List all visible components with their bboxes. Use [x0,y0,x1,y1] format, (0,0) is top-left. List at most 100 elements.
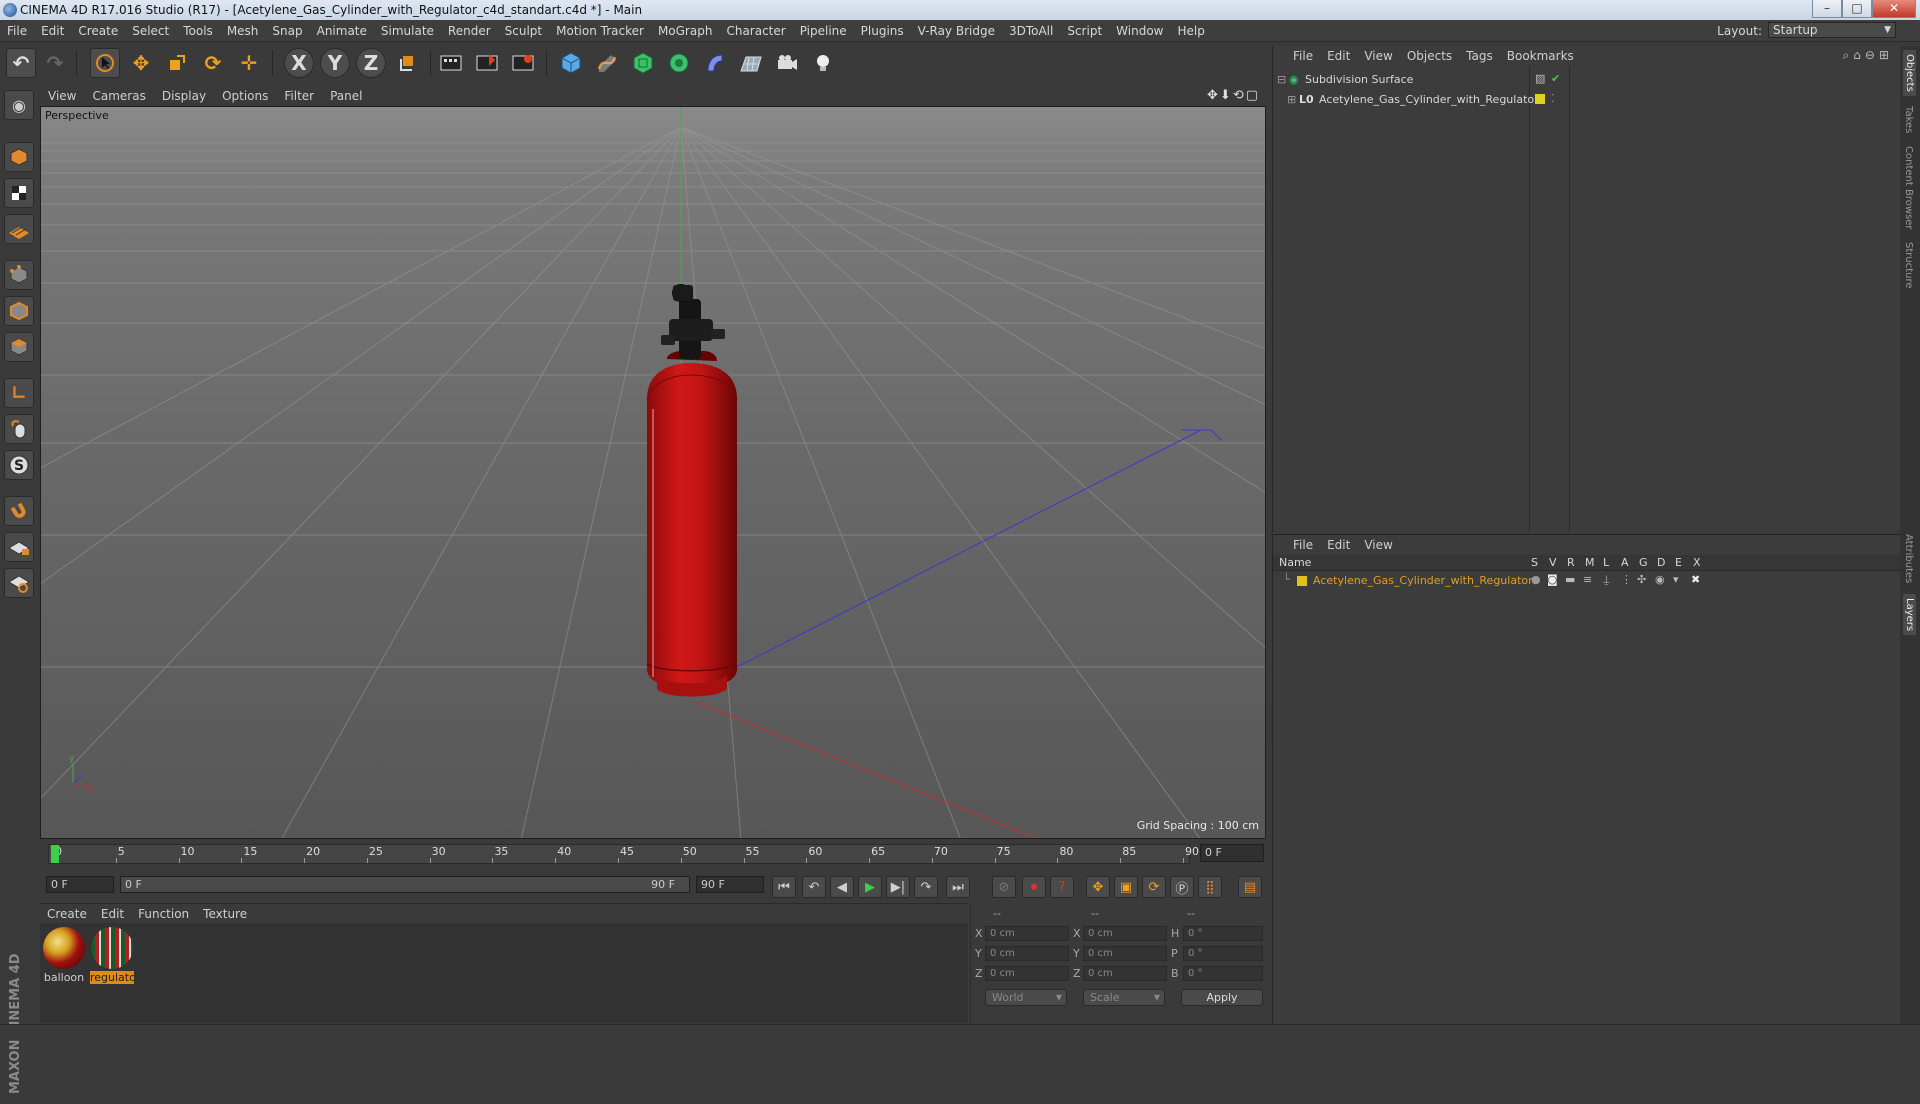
menu-3dtoall[interactable]: 3DToAll [1002,20,1060,42]
light-icon[interactable] [808,48,838,78]
layer-col-g[interactable]: G [1639,556,1648,569]
tab-takes[interactable]: Takes [1903,106,1914,133]
object-manager-tools[interactable]: ⌕⌂⊖⊞ [1843,48,1893,63]
tab-objects[interactable]: Objects [1903,50,1916,96]
edges-mode-icon[interactable] [4,296,34,326]
object-menu-view[interactable]: View [1357,46,1399,66]
tab-structure[interactable]: Structure [1903,242,1914,289]
layer-menu-file[interactable]: File [1273,535,1320,555]
menu-plugins[interactable]: Plugins [854,20,911,42]
previous-key-icon[interactable]: ↶ [802,876,826,898]
material-menu-function[interactable]: Function [131,904,196,924]
object-menu-objects[interactable]: Objects [1400,46,1459,66]
make-editable-icon[interactable]: ◉ [4,90,34,120]
y-axis-lock-button[interactable]: Y [320,48,350,78]
viewport-menu-display[interactable]: Display [154,86,214,106]
frame-range-slider[interactable]: 0 F 90 F [120,876,690,893]
menu-select[interactable]: Select [125,20,176,42]
magnet-icon[interactable] [4,496,34,526]
deformer-icon[interactable] [700,48,730,78]
menu-pipeline[interactable]: Pipeline [793,20,854,42]
viewport-menu-options[interactable]: Options [214,86,276,106]
solo-icon[interactable]: ● [1531,573,1541,586]
axis-mode-icon[interactable]: ∟ [4,378,34,408]
menu-tools[interactable]: Tools [176,20,220,42]
editor-visibility-icon[interactable]: ▨ [1535,72,1545,85]
menu-vray-bridge[interactable]: V-Ray Bridge [911,20,1002,42]
scale-icon[interactable] [162,48,192,78]
menu-help[interactable]: Help [1170,20,1211,42]
menu-mograph[interactable]: MoGraph [651,20,720,42]
render-picture-viewer-icon[interactable] [472,48,502,78]
undo-icon[interactable]: ↶ [6,48,36,78]
material-menu-texture[interactable]: Texture [196,904,254,924]
manager-icon[interactable]: ≡ [1583,573,1592,586]
go-to-start-icon[interactable]: ⏮ [772,876,796,898]
xref-icon[interactable]: ✖ [1691,573,1700,586]
locked-workplane-icon[interactable] [4,532,34,562]
end-frame-field[interactable]: 90 F [696,876,764,893]
tab-attributes[interactable]: Attributes [1903,534,1914,583]
menu-simulate[interactable]: Simulate [374,20,441,42]
layer-col-r[interactable]: R [1567,556,1575,569]
layer-col-d[interactable]: D [1657,556,1665,569]
size-mode-dropdown[interactable]: Scale ▼ [1083,989,1165,1006]
render-icon[interactable]: ▬ [1565,573,1575,586]
start-frame-field[interactable]: 0 F [46,876,114,893]
key-rotation-icon[interactable]: ⟳ [1142,876,1166,898]
apply-button[interactable]: Apply [1181,989,1263,1006]
material-regulato[interactable]: regulato [90,927,134,984]
menu-create[interactable]: Create [71,20,125,42]
select-arrow-icon[interactable] [90,48,120,78]
layer-color-swatch[interactable] [1535,94,1545,104]
record-off-icon[interactable]: ⊘ [992,876,1016,898]
next-key-icon[interactable]: ↷ [914,876,938,898]
expand-icon[interactable]: ⊞ [1287,93,1296,106]
planar-workplane-icon[interactable] [4,568,34,598]
size-x-field[interactable]: 0 cm [1083,926,1167,941]
layer-col-s[interactable]: S [1531,556,1538,569]
animation-icon[interactable]: ⋮ [1621,573,1632,586]
coordinate-mode-dropdown[interactable]: World ▼ [985,989,1067,1006]
menu-script[interactable]: Script [1060,20,1109,42]
viewport-menu-view[interactable]: View [40,86,84,106]
position-x-field[interactable]: 0 cm [985,926,1069,941]
layer-col-m[interactable]: M [1585,556,1595,569]
material-balloon[interactable]: balloon [42,927,86,984]
points-mode-icon[interactable] [4,260,34,290]
object-menu-edit[interactable]: Edit [1320,46,1357,66]
model-mode-icon[interactable] [4,142,34,172]
layout-dropdown[interactable]: Startup ▼ [1768,22,1896,38]
deformers-icon[interactable]: ◉ [1655,573,1665,586]
timeline-window-icon[interactable]: ▤ [1238,876,1262,898]
go-to-end-icon[interactable]: ⏭ [946,876,970,898]
rotation-h-field[interactable]: 0 ° [1183,926,1263,941]
texture-mode-icon[interactable] [4,178,34,208]
viewport-menu-panel[interactable]: Panel [322,86,370,106]
layer-color-swatch[interactable] [1297,576,1307,586]
menu-mesh[interactable]: Mesh [220,20,266,42]
play-icon[interactable]: ▶ [858,876,882,898]
move-icon[interactable]: ✥ [126,48,156,78]
coordinate-system-icon[interactable] [392,48,422,78]
layer-menu-view[interactable]: View [1357,535,1399,555]
menu-sculpt[interactable]: Sculpt [498,20,549,42]
menu-motion-tracker[interactable]: Motion Tracker [549,20,651,42]
material-menu-create[interactable]: Create [40,904,94,924]
menu-window[interactable]: Window [1109,20,1170,42]
polygons-mode-icon[interactable] [4,332,34,362]
key-scale-icon[interactable]: ▣ [1114,876,1138,898]
z-axis-lock-button[interactable]: Z [356,48,386,78]
menu-render[interactable]: Render [441,20,498,42]
layer-col-l[interactable]: L [1603,556,1609,569]
layer-menu-edit[interactable]: Edit [1320,535,1357,555]
workplane-icon[interactable] [4,214,34,244]
layer-col-v[interactable]: V [1549,556,1557,569]
object-row-cylinder[interactable]: ⊞ L0 Acetylene_Gas_Cylinder_with_Regulat… [1273,92,1901,108]
rotate-icon[interactable]: ⟳ [198,48,228,78]
cloner-icon[interactable] [664,48,694,78]
tab-layers[interactable]: Layers [1903,594,1916,636]
redo-icon[interactable]: ↷ [40,48,70,78]
rotation-b-field[interactable]: 0 ° [1183,966,1263,981]
cube-icon[interactable] [556,48,586,78]
